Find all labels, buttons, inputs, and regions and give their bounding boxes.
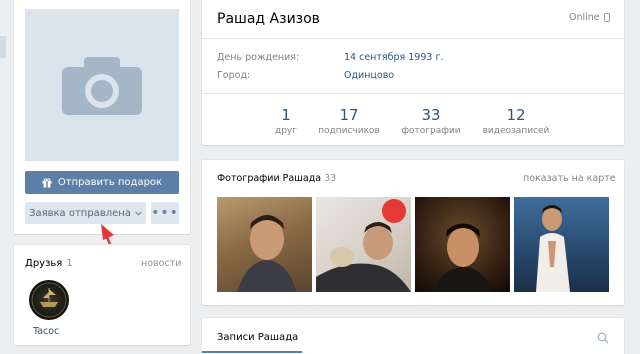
info-divider (202, 38, 624, 39)
photos-count: 33 (324, 173, 337, 184)
birthday-label: День рождения: (217, 52, 300, 63)
send-gift-label: Отправить подарок (57, 177, 163, 188)
camera-icon (62, 57, 142, 115)
photos-title-text: Фотографии Рашада (217, 173, 322, 184)
search-icon[interactable] (597, 332, 609, 344)
stat-photos-label: фотографии (401, 126, 461, 136)
more-dots-icon: ••• (151, 205, 179, 221)
stat-photos[interactable]: 33 фотографии (391, 106, 471, 136)
online-status: Online (569, 12, 610, 23)
gift-icon (42, 177, 52, 187)
photos-title[interactable]: Фотографии Рашада 33 (217, 173, 336, 184)
left-sidebar-edge (0, 36, 6, 58)
friends-news-link[interactable]: новости (141, 258, 181, 269)
stat-photos-number: 33 (421, 106, 441, 124)
friends-count: 1 (66, 258, 73, 269)
stat-videos-label: видеозаписей (482, 126, 550, 136)
stat-followers[interactable]: 17 подписчиков (309, 106, 389, 136)
city-value[interactable]: Одинцово (344, 70, 394, 81)
birthday-value[interactable]: 14 сентября 1993 г. (344, 52, 443, 63)
person-night-silhouette (433, 223, 493, 292)
photo-thumbnail-2[interactable] (316, 197, 411, 292)
friend-request-sent-button[interactable]: Заявка отправлена (25, 202, 146, 224)
photo-thumbnail-1[interactable] (217, 197, 312, 292)
person-sea-silhouette (536, 205, 570, 292)
wall-tab-underline (202, 351, 302, 353)
stat-videos-number: 12 (506, 106, 526, 124)
stat-followers-number: 17 (339, 106, 359, 124)
photo-thumbnail-3[interactable] (415, 197, 510, 292)
stats-divider (202, 93, 624, 94)
online-text: Online (569, 12, 600, 23)
friend-avatar[interactable] (29, 280, 69, 320)
stat-videos[interactable]: 12 видеозаписей (476, 106, 556, 136)
ship-logo-icon (31, 282, 67, 318)
friends-title[interactable]: Друзья 1 (25, 258, 73, 269)
chevron-down-icon (135, 210, 142, 216)
person-silhouette (237, 215, 297, 292)
request-label: Заявка отправлена (29, 207, 131, 219)
send-gift-button[interactable]: Отправить подарок (25, 171, 179, 194)
photo-thumbnail-4[interactable] (514, 197, 609, 292)
profile-name: Рашад Азизов (217, 11, 320, 27)
wall-posts-tab[interactable]: Записи Рашада (217, 332, 298, 343)
friend-name[interactable]: Tacoc (33, 326, 59, 337)
more-actions-button[interactable]: ••• (151, 202, 179, 224)
friends-title-text: Друзья (25, 258, 63, 269)
show-on-map-link[interactable]: показать на карте (523, 173, 616, 184)
city-label: Город: (217, 70, 251, 81)
avatar-placeholder[interactable] (25, 9, 179, 161)
person-lying-silhouette (316, 199, 411, 292)
stat-followers-label: подписчиков (318, 126, 380, 136)
mobile-phone-icon (603, 13, 610, 22)
